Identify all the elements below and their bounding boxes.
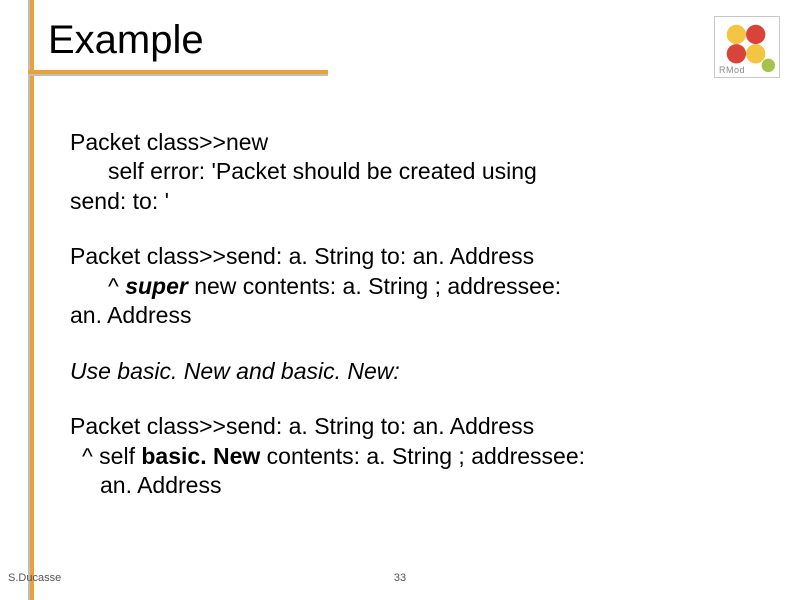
logo-label: RMod xyxy=(719,65,745,75)
note-block: Use basic. New and basic. New: xyxy=(70,357,760,386)
code-block-3: Packet class>>send: a. String to: an. Ad… xyxy=(70,412,760,500)
left-rule xyxy=(28,0,34,600)
rule-orange xyxy=(30,0,34,600)
underline-gray xyxy=(28,74,328,76)
code-line: send: to: ' xyxy=(70,187,760,216)
code-block-1: Packet class>>new self error: 'Packet sh… xyxy=(70,128,760,216)
footer-page-number: 33 xyxy=(394,572,406,584)
code-line: Packet class>>send: a. String to: an. Ad… xyxy=(70,412,760,441)
code-line: self error: 'Packet should be created us… xyxy=(70,157,760,186)
title-underline xyxy=(28,70,328,76)
rmod-logo: RMod xyxy=(714,16,780,78)
text: contents: a. String ; addressee: xyxy=(260,443,585,469)
code-line: Packet class>>new xyxy=(70,128,760,157)
content: Packet class>>new self error: 'Packet sh… xyxy=(70,128,760,500)
keyword-super: super xyxy=(125,273,188,299)
code-line: an. Address xyxy=(70,471,760,500)
code-line: an. Address xyxy=(70,301,760,330)
code-line: ^ self basic. New contents: a. String ; … xyxy=(70,442,760,471)
text: ^ self xyxy=(82,443,141,469)
slide: Example RMod Packet class>>new self erro… xyxy=(0,0,800,600)
title-area: Example xyxy=(0,0,800,67)
footer-author: S.Ducasse xyxy=(8,572,61,584)
code-line: ^ super new contents: a. String ; addres… xyxy=(70,272,760,301)
note-text: Use basic. New and basic. New: xyxy=(70,357,760,386)
code-block-2: Packet class>>send: a. String to: an. Ad… xyxy=(70,242,760,330)
keyword-basicnew: basic. New xyxy=(141,443,260,469)
text: new contents: a. String ; addressee: xyxy=(188,273,561,299)
code-line: Packet class>>send: a. String to: an. Ad… xyxy=(70,242,760,271)
slide-title: Example xyxy=(0,18,800,67)
text: ^ xyxy=(108,273,125,299)
